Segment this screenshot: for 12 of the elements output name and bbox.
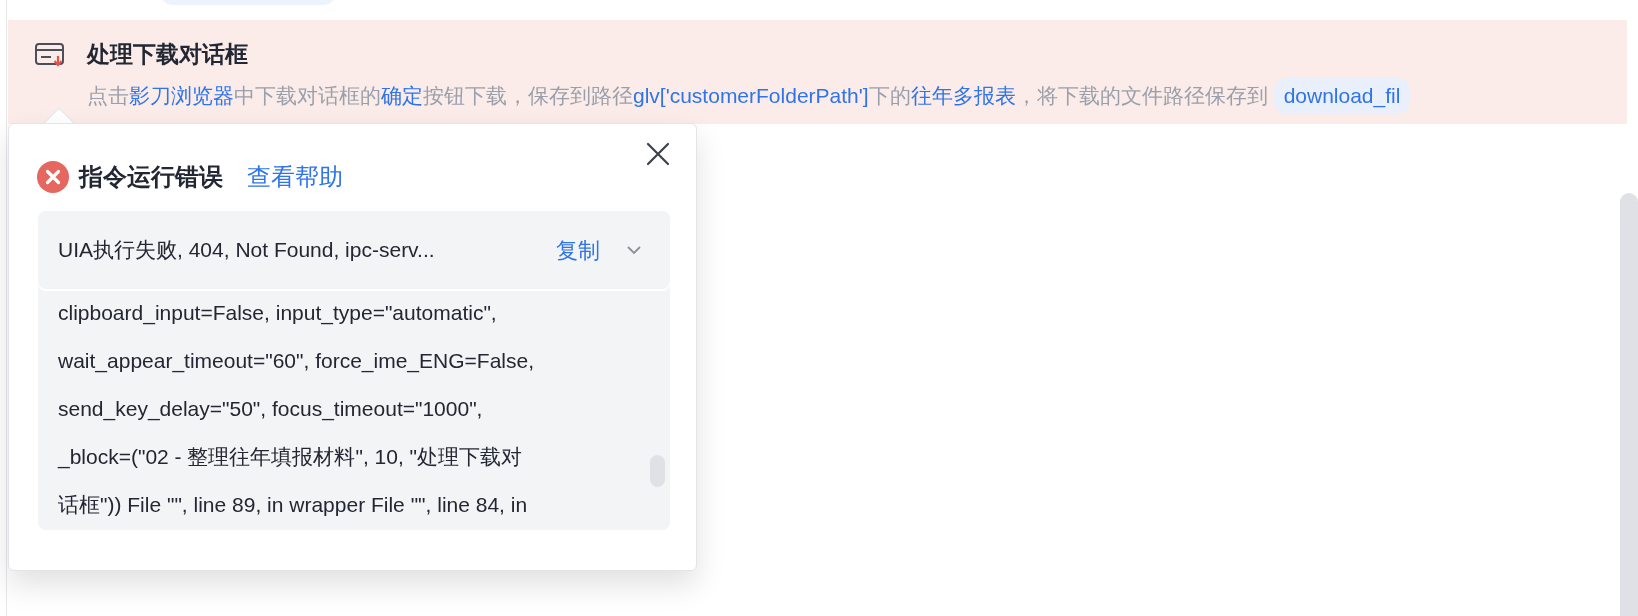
step-title: 处理下载对话框 [87, 40, 248, 69]
step-description: 点击影刀浏览器中下载对话框的确定按钮下载，保存到路径glv['customerFolderPath']下的往年多报表，将下载的文件路径保存到 [87, 83, 1268, 109]
error-log: clipboard_input=False, input_type="automatic", wait_appear_timeout="60", force_ime_ENG=False, send_key_delay="50", focus_timeout="1000", _block=("02 - 整理往年填报材料", 10, "处理下载对 话框")) File "", line 89, in wrapper File "", line 84, in [56, 300, 535, 518]
chevron-down-icon[interactable] [626, 245, 642, 255]
copy-button[interactable]: 复制 [556, 233, 600, 267]
scrollbar-thumb[interactable] [1620, 193, 1638, 616]
popover-title: 指令运行错误 [79, 162, 223, 192]
variable-tag: download_fil [1273, 78, 1411, 114]
download-dialog-icon [35, 43, 65, 69]
error-icon [37, 161, 69, 193]
help-link[interactable]: 查看帮助 [247, 159, 343, 195]
error-summary-text: UIA执行失败, 404, Not Found, ipc-serv... [58, 237, 436, 264]
